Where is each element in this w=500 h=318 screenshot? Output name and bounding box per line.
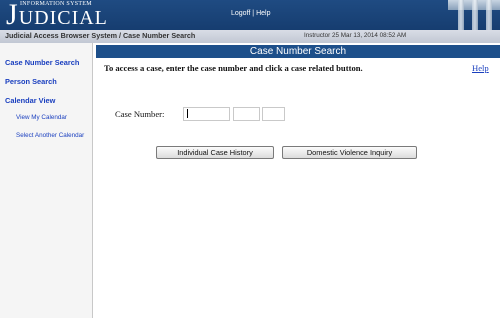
text-cursor — [187, 109, 188, 118]
individual-case-history-button[interactable]: Individual Case History — [156, 146, 274, 159]
page-title: Case Number Search — [96, 45, 500, 58]
case-number-label: Case Number: — [115, 109, 165, 119]
instructions-text: To access a case, enter the case number … — [104, 63, 363, 73]
sidebar-item-person-search[interactable]: Person Search — [5, 77, 57, 86]
user-info: Instructor 25 Mar 13, 2014 08:52 AM — [304, 31, 407, 39]
case-number-field-1[interactable] — [183, 107, 230, 121]
case-number-field-3[interactable] — [262, 107, 285, 121]
sidebar-item-case-number-search[interactable]: Case Number Search — [5, 58, 79, 67]
domestic-violence-inquiry-button[interactable]: Domestic Violence Inquiry — [282, 146, 417, 159]
case-number-field-2[interactable] — [233, 107, 260, 121]
sidebar: Case Number Search Person Search Calenda… — [0, 43, 93, 318]
header-separator: | — [252, 10, 255, 17]
header-links: Logoff | Help — [231, 10, 270, 17]
sidebar-item-select-another-calendar[interactable]: Select Another Calendar — [16, 132, 84, 139]
courthouse-pillar-graphic — [486, 0, 492, 30]
logo-first-letter: J — [6, 0, 19, 30]
logo-rest: UDICIAL — [18, 7, 108, 29]
help-link[interactable]: Help — [472, 63, 489, 73]
breadcrumb: Judicial Access Browser System / Case Nu… — [5, 31, 196, 40]
subheader-bar: Judicial Access Browser System / Case Nu… — [0, 30, 500, 43]
courthouse-pillar-graphic — [458, 0, 464, 30]
header-help-link[interactable]: Help — [256, 10, 270, 17]
logo: JUDICIAL — [6, 0, 108, 30]
sidebar-item-calendar-view[interactable]: Calendar View — [5, 96, 55, 105]
app-header: INFORMATION SYSTEM JUDICIAL Logoff | Hel… — [0, 0, 500, 30]
courthouse-pillar-graphic — [472, 0, 478, 30]
sidebar-item-view-my-calendar[interactable]: View My Calendar — [16, 114, 67, 121]
logoff-link[interactable]: Logoff — [231, 10, 250, 17]
